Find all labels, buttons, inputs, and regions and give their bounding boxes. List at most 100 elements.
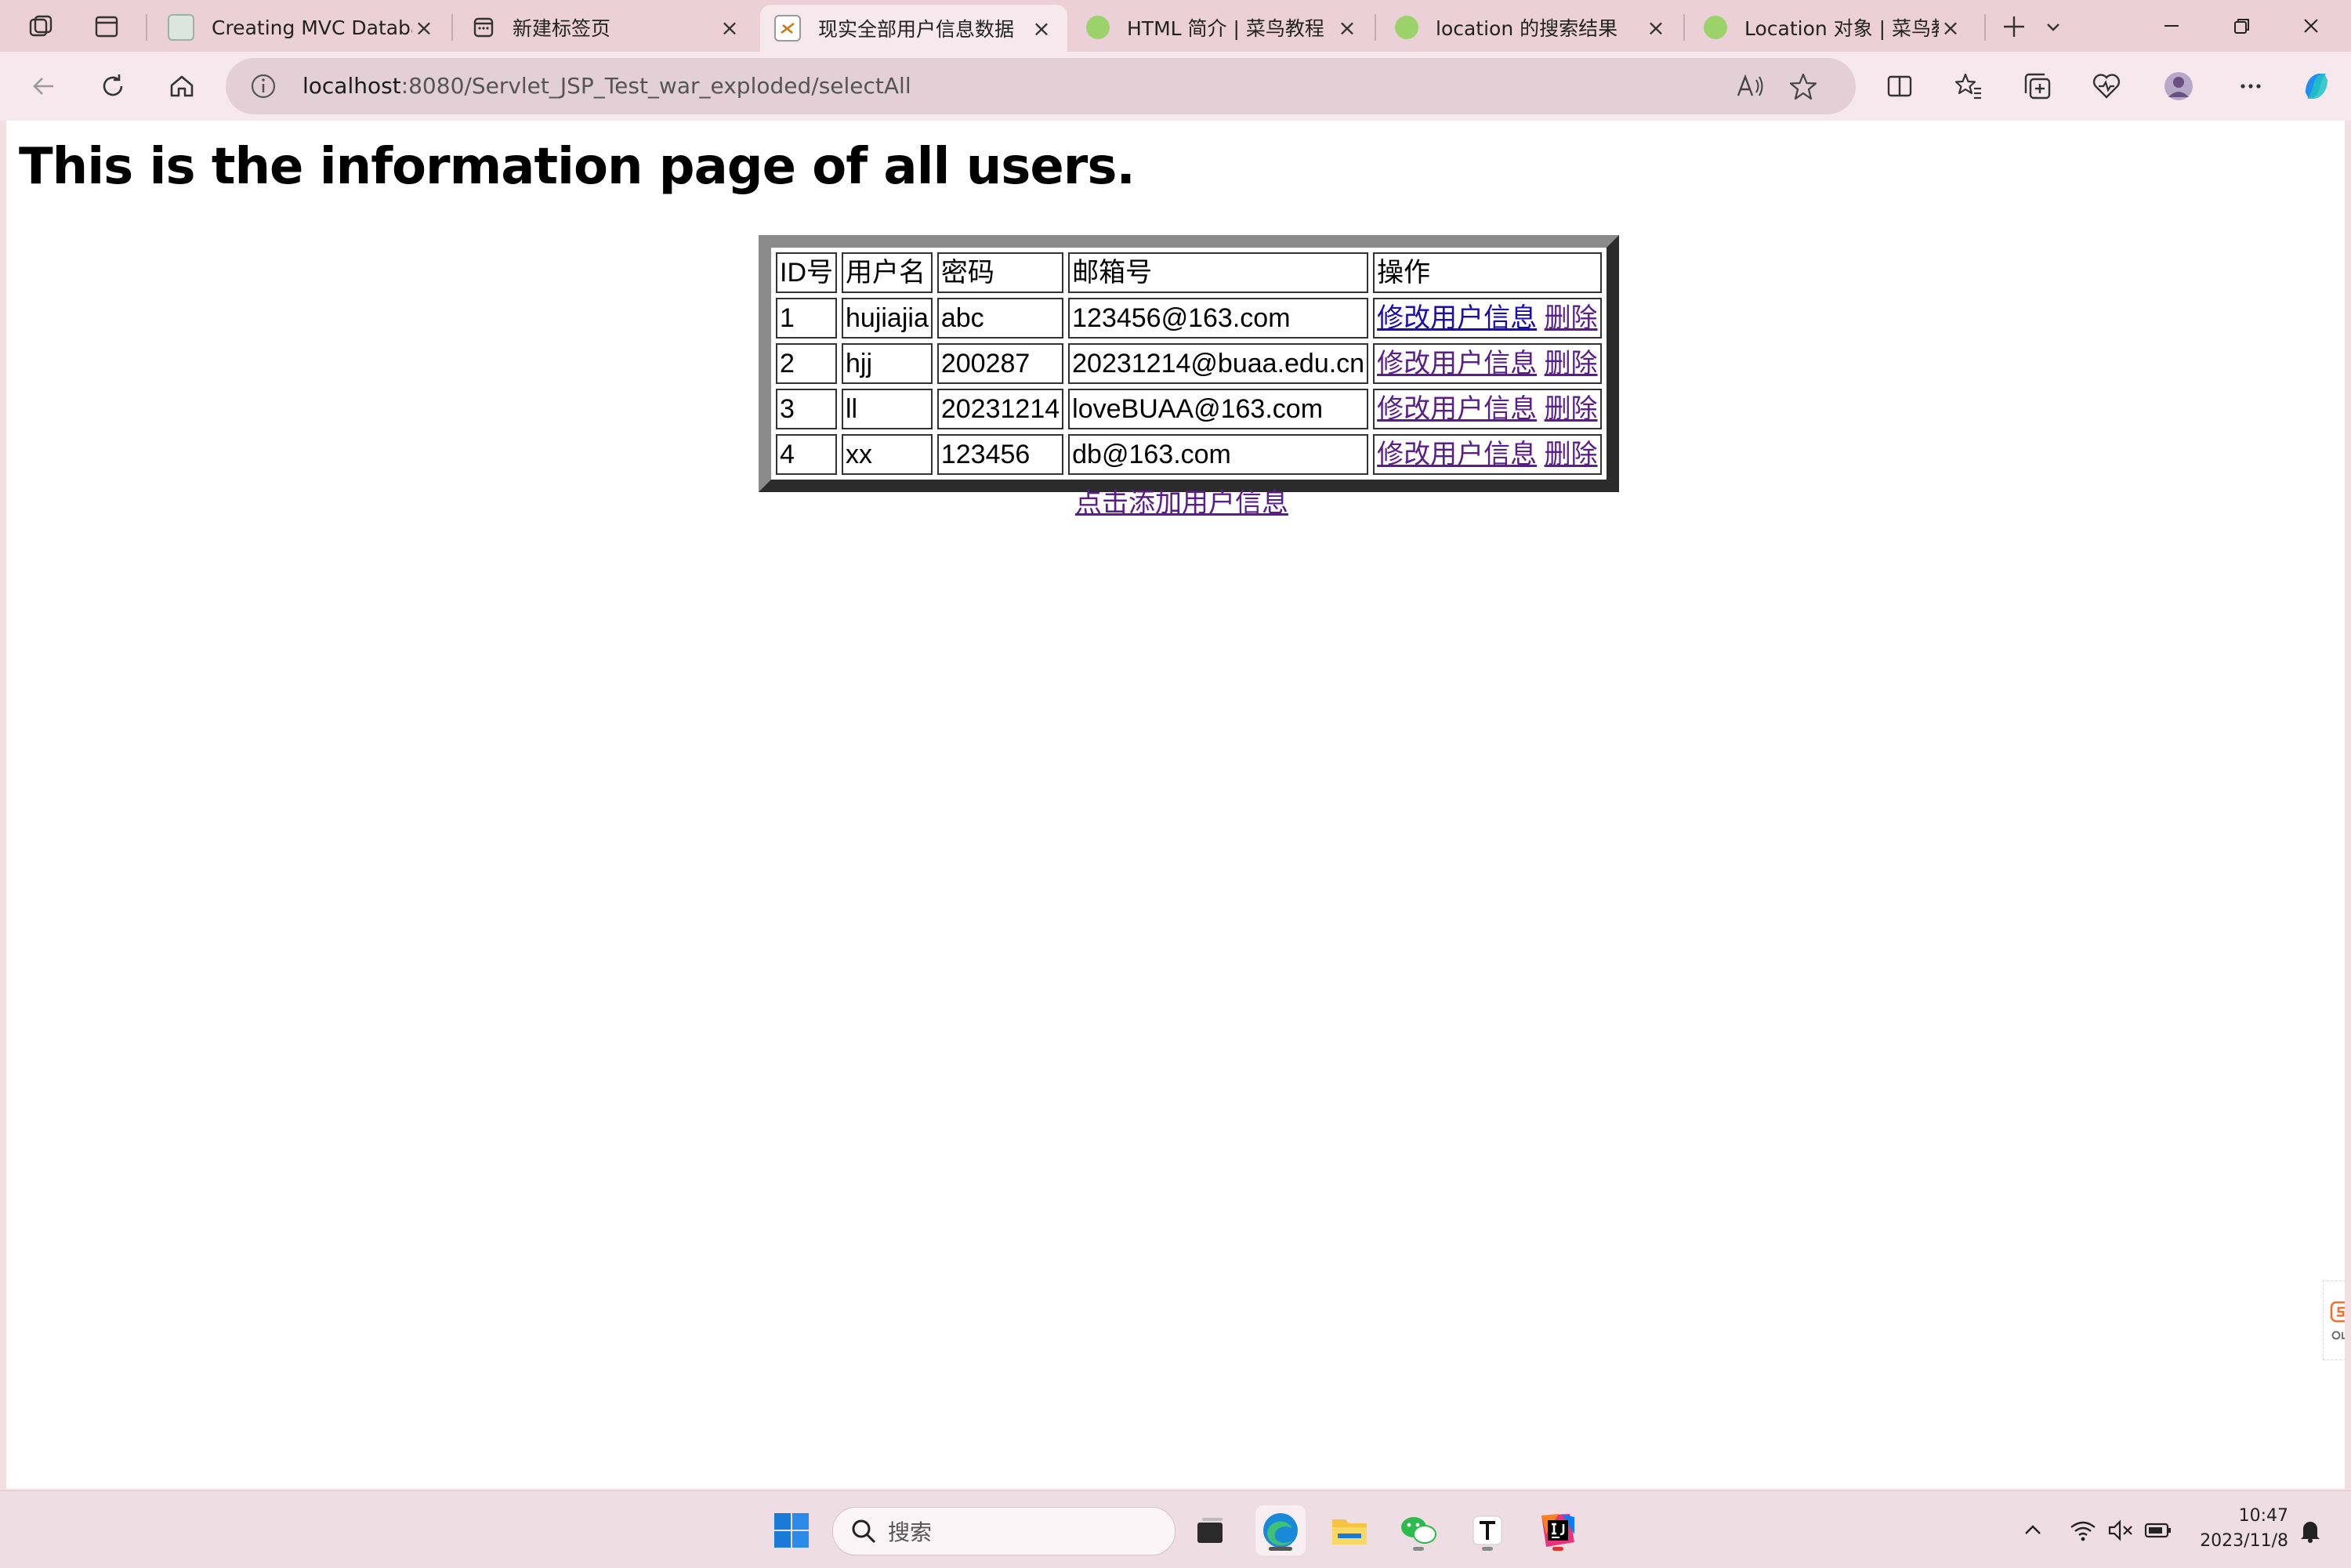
- table-header-row: ID号 用户名 密码 邮箱号 操作: [776, 252, 1602, 293]
- chevron-up-icon[interactable]: [2019, 1516, 2047, 1544]
- delete-user-link[interactable]: 删除: [1545, 394, 1598, 424]
- url-text[interactable]: localhost:8080/Servlet_JSP_Test_war_expl…: [302, 73, 911, 99]
- tab-title: HTML 简介 | 菜鸟教程: [1127, 17, 1324, 40]
- avatar[interactable]: [2160, 67, 2197, 105]
- users-table: ID号 用户名 密码 邮箱号 操作 1 hujiajia abc 123456@…: [759, 235, 1619, 492]
- tab-title: 新建标签页: [513, 17, 611, 40]
- collections-icon[interactable]: [2019, 67, 2056, 105]
- copilot-icon[interactable]: [2298, 67, 2335, 105]
- cell-username: hjj: [842, 343, 933, 384]
- cell-actions: 修改用户信息 删除: [1373, 343, 1602, 384]
- edit-user-link[interactable]: 修改用户信息: [1377, 303, 1537, 333]
- info-icon[interactable]: [249, 72, 277, 103]
- side-widget[interactable]: [2323, 1280, 2345, 1360]
- file-explorer-icon[interactable]: [1324, 1505, 1375, 1555]
- edit-user-link[interactable]: 修改用户信息: [1377, 394, 1537, 424]
- tab-all-users[interactable]: 现实全部用户信息数据 ×: [760, 5, 1067, 52]
- cell-actions: 修改用户信息 删除: [1373, 298, 1602, 339]
- more-options-icon[interactable]: [2232, 67, 2269, 105]
- runoob-icon: [1704, 16, 1727, 39]
- header-email: 邮箱号: [1068, 252, 1369, 293]
- refresh-icon[interactable]: [94, 67, 132, 105]
- cell-password: abc: [936, 298, 1064, 339]
- back-icon[interactable]: [25, 67, 63, 105]
- close-window-icon[interactable]: [2291, 8, 2331, 44]
- cell-password: 200287: [936, 343, 1064, 384]
- task-view-icon[interactable]: [1185, 1505, 1235, 1555]
- table-row: 4 xx 123456 db@163.com 修改用户信息 删除: [776, 434, 1602, 475]
- header-actions: 操作: [1373, 252, 1602, 293]
- delete-user-link[interactable]: 删除: [1545, 303, 1598, 333]
- minimize-icon[interactable]: [2152, 8, 2191, 44]
- restore-icon[interactable]: [2222, 8, 2262, 44]
- battery-icon[interactable]: [2144, 1516, 2172, 1544]
- split-screen-icon[interactable]: [1881, 67, 1918, 105]
- typora-icon[interactable]: [1462, 1505, 1512, 1555]
- browser-toolbar: localhost:8080/Servlet_JSP_Test_war_expl…: [0, 52, 2351, 121]
- search-placeholder: 搜索: [888, 1519, 933, 1545]
- tab-html-intro[interactable]: HTML 简介 | 菜鸟教程 ×: [1072, 5, 1373, 50]
- browser-essentials-icon[interactable]: [2088, 67, 2125, 105]
- page-viewport: This is the information page of all user…: [6, 121, 2345, 1489]
- cell-actions: 修改用户信息 删除: [1373, 434, 1602, 475]
- edit-user-link[interactable]: 修改用户信息: [1377, 440, 1537, 469]
- app-icon: [168, 14, 194, 41]
- tab-title: Location 对象 | 菜鸟教程: [1744, 17, 1939, 40]
- cell-email: db@163.com: [1068, 434, 1369, 475]
- taskbar-search[interactable]: 搜索: [832, 1507, 1176, 1555]
- tab-new-tab[interactable]: 新建标签页 ×: [458, 5, 755, 50]
- header-password: 密码: [936, 252, 1064, 293]
- delete-user-link[interactable]: 删除: [1545, 349, 1598, 378]
- close-icon[interactable]: ×: [1644, 15, 1668, 41]
- add-user-link[interactable]: 点击添加用户信息: [1075, 481, 1288, 520]
- close-icon[interactable]: ×: [1030, 16, 1053, 42]
- tab-creating-mvc[interactable]: Creating MVC Database W ×: [154, 5, 450, 50]
- sogou-icon: [2330, 1301, 2345, 1323]
- tab-strip: Creating MVC Database W × 新建标签页 × 现实全部用户…: [0, 0, 2351, 52]
- close-icon[interactable]: ×: [718, 15, 741, 41]
- system-clock[interactable]: 10:47 2023/11/8: [2186, 1504, 2288, 1554]
- workspaces-icon[interactable]: [25, 11, 56, 42]
- home-icon[interactable]: [163, 67, 201, 105]
- header-username: 用户名: [842, 252, 933, 293]
- close-icon[interactable]: ×: [1335, 15, 1359, 41]
- edge-icon[interactable]: [1255, 1505, 1306, 1555]
- users-table-container: ID号 用户名 密码 邮箱号 操作 1 hujiajia abc 123456@…: [759, 235, 1619, 492]
- wechat-icon[interactable]: [1393, 1505, 1444, 1555]
- cell-password: 20231214: [936, 389, 1064, 429]
- close-icon[interactable]: ×: [412, 15, 436, 41]
- runoob-icon: [1395, 16, 1418, 39]
- edit-user-link[interactable]: 修改用户信息: [1377, 349, 1537, 378]
- read-aloud-icon[interactable]: [1735, 72, 1766, 103]
- tab-title: location 的搜索结果: [1436, 17, 1618, 40]
- new-tab-icon[interactable]: [1998, 11, 2030, 42]
- favorites-icon[interactable]: [1950, 67, 1987, 105]
- favorite-star-icon[interactable]: [1788, 72, 1818, 105]
- tab-title: Creating MVC Database W: [212, 16, 412, 39]
- cell-id: 2: [776, 343, 837, 384]
- header-id: ID号: [776, 252, 837, 293]
- volume-muted-icon[interactable]: [2106, 1516, 2135, 1544]
- intellij-icon[interactable]: [1533, 1505, 1583, 1555]
- runoob-icon: [1086, 16, 1110, 39]
- cell-actions: 修改用户信息 删除: [1373, 389, 1602, 429]
- cell-username: ll: [842, 389, 933, 429]
- tab-location-search[interactable]: location 的搜索结果 ×: [1381, 5, 1682, 50]
- tab-title: 现实全部用户信息数据: [818, 18, 1015, 41]
- close-icon[interactable]: ×: [1939, 15, 1962, 41]
- table-row: 3 ll 20231214 loveBUAA@163.com 修改用户信息 删除: [776, 389, 1602, 429]
- start-icon[interactable]: [766, 1505, 817, 1555]
- notification-bell-icon[interactable]: [2296, 1516, 2324, 1544]
- clock-time: 10:47: [2238, 1506, 2288, 1526]
- chevron-down-icon[interactable]: [2038, 11, 2069, 42]
- address-bar[interactable]: localhost:8080/Servlet_JSP_Test_war_expl…: [226, 58, 1856, 114]
- taskbar: 搜索 10:47 2023/11/8: [0, 1490, 2351, 1568]
- tab-actions-icon[interactable]: [91, 11, 122, 42]
- tab-location-object[interactable]: Location 对象 | 菜鸟教程 ×: [1690, 5, 1976, 50]
- newtab-icon: [472, 16, 495, 39]
- cell-email: 20231214@buaa.edu.cn: [1068, 343, 1369, 384]
- input-mode-icon: [2331, 1331, 2345, 1340]
- delete-user-link[interactable]: 删除: [1545, 440, 1598, 469]
- wifi-icon[interactable]: [2069, 1516, 2097, 1544]
- cell-email: 123456@163.com: [1068, 298, 1369, 339]
